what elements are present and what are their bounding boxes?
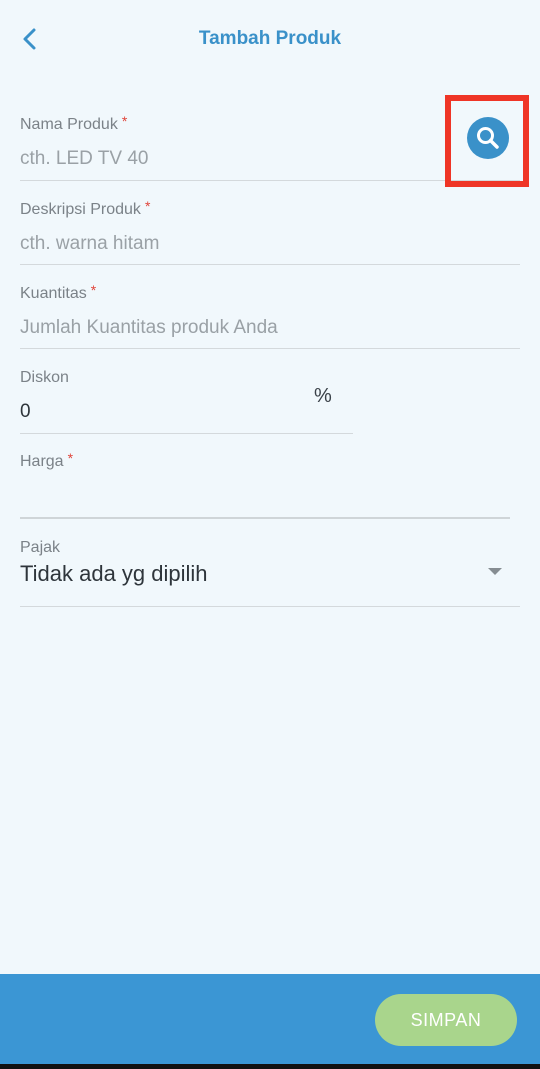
deskripsi-produk-input[interactable]: [20, 233, 500, 255]
pajak-label: Pajak: [20, 539, 61, 556]
app-header: Tambah Produk: [0, 0, 540, 78]
harga-field: Harga *: [20, 450, 510, 521]
deskripsi-produk-field: Deskripsi Produk *: [20, 198, 520, 269]
kuantitas-label: Kuantitas: [20, 285, 87, 302]
save-button[interactable]: SIMPAN: [375, 994, 517, 1046]
harga-input[interactable]: [20, 485, 500, 507]
diskon-input[interactable]: [20, 401, 300, 423]
nama-produk-label: Nama Produk: [20, 116, 118, 133]
footer-bar: SIMPAN: [0, 974, 540, 1064]
required-mark: *: [121, 113, 128, 129]
pajak-selected-value: Tidak ada yg dipilih: [20, 561, 208, 586]
required-mark: *: [144, 198, 151, 214]
harga-underline: [20, 517, 510, 519]
kuantitas-field: Kuantitas *: [20, 282, 520, 353]
deskripsi-produk-underline: [20, 264, 520, 265]
diskon-underline: [20, 433, 353, 434]
deskripsi-produk-label: Deskripsi Produk: [20, 201, 141, 218]
percent-suffix: %: [314, 385, 332, 407]
kuantitas-input[interactable]: [20, 317, 500, 339]
diskon-field: Diskon: [20, 369, 353, 437]
required-mark: *: [67, 450, 74, 466]
pajak-underline: [20, 606, 520, 607]
search-icon: [477, 127, 499, 149]
required-mark: *: [90, 282, 97, 298]
diskon-label: Diskon: [20, 369, 69, 386]
pajak-select[interactable]: Pajak Tidak ada yg dipilih: [20, 539, 520, 609]
harga-label: Harga: [20, 453, 64, 470]
page-title: Tambah Produk: [198, 28, 342, 49]
kuantitas-underline: [20, 348, 520, 349]
caret-down-icon: [488, 568, 502, 575]
search-button[interactable]: [467, 117, 509, 159]
nama-produk-input[interactable]: [20, 148, 440, 170]
system-nav-bar: [0, 1064, 540, 1069]
